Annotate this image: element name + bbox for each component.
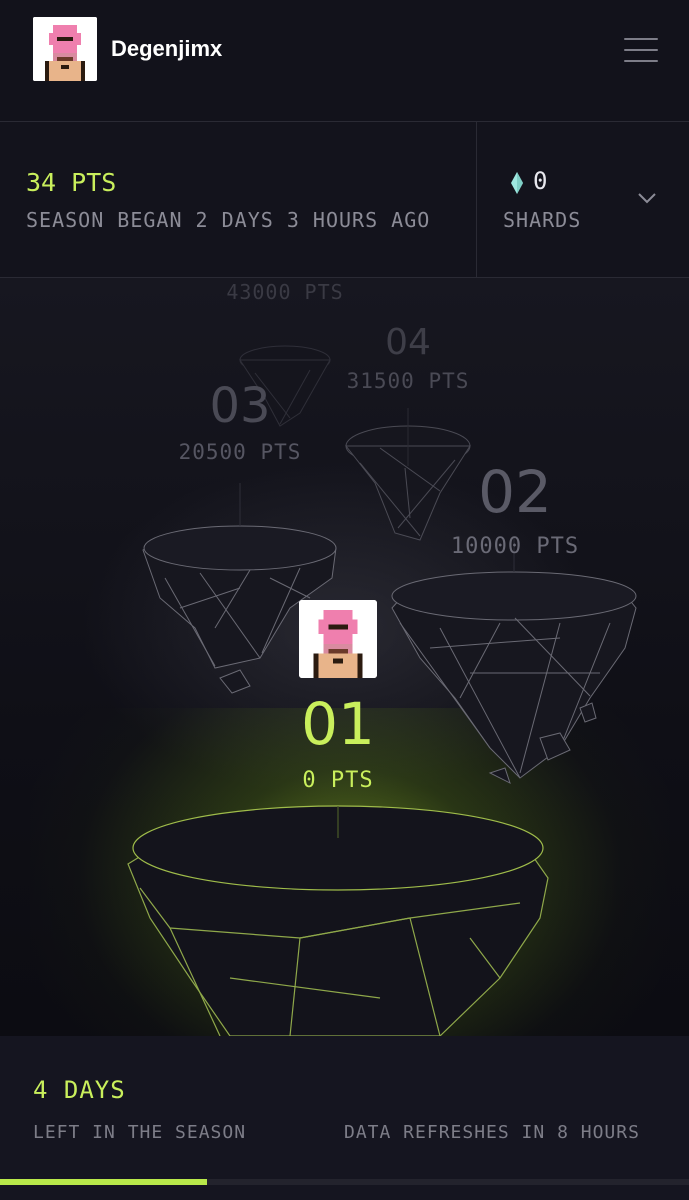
hamburger-menu-icon[interactable] (624, 38, 660, 64)
level-4-points: 31500 PTS (346, 369, 470, 393)
current-user-avatar[interactable] (299, 600, 377, 678)
stats-panel: 34 PTS SEASON BEGAN 2 DAYS 3 HOURS AGO 0… (0, 122, 689, 278)
level-1-number: 01 (301, 690, 375, 758)
shards-dropdown[interactable]: 0 SHARDS (477, 122, 689, 277)
chevron-down-icon (638, 193, 656, 204)
level-4-number: 04 (385, 322, 431, 363)
island-level-4 (344, 408, 471, 541)
diamond-icon (511, 172, 523, 194)
app-header: Degenjimx (0, 0, 689, 122)
data-refresh-label: DATA REFRESHES IN 8 HOURS (344, 1122, 640, 1143)
level-2-number: 02 (478, 458, 552, 526)
island-level-2 (391, 538, 637, 784)
level-3-points: 20500 PTS (178, 440, 302, 464)
island-level-1 (127, 805, 549, 1036)
level-2-points: 10000 PTS (450, 534, 580, 559)
days-left: 4 DAYS (33, 1076, 126, 1104)
level-5-points: 43000 PTS (226, 280, 344, 304)
level-3-number: 03 (209, 378, 271, 434)
season-progress-fill (0, 1179, 207, 1185)
season-points: 34 PTS (26, 168, 117, 197)
shards-label: SHARDS (503, 208, 582, 232)
days-left-label: LEFT IN THE SEASON (33, 1122, 247, 1143)
season-started-text: SEASON BEGAN 2 DAYS 3 HOURS AGO (26, 208, 431, 232)
level-1-points: 0 PTS (302, 768, 374, 793)
pixel-ape-avatar-icon[interactable] (33, 17, 97, 81)
shards-count: 0 (533, 167, 548, 195)
level-map: 43000 PTS 04 31500 PTS 03 20500 PTS 02 1… (0, 278, 689, 1036)
username: Degenjimx (111, 36, 223, 61)
season-footer: 4 DAYS LEFT IN THE SEASON DATA REFRESHES… (0, 1036, 689, 1200)
season-progress-bar (0, 1179, 689, 1185)
